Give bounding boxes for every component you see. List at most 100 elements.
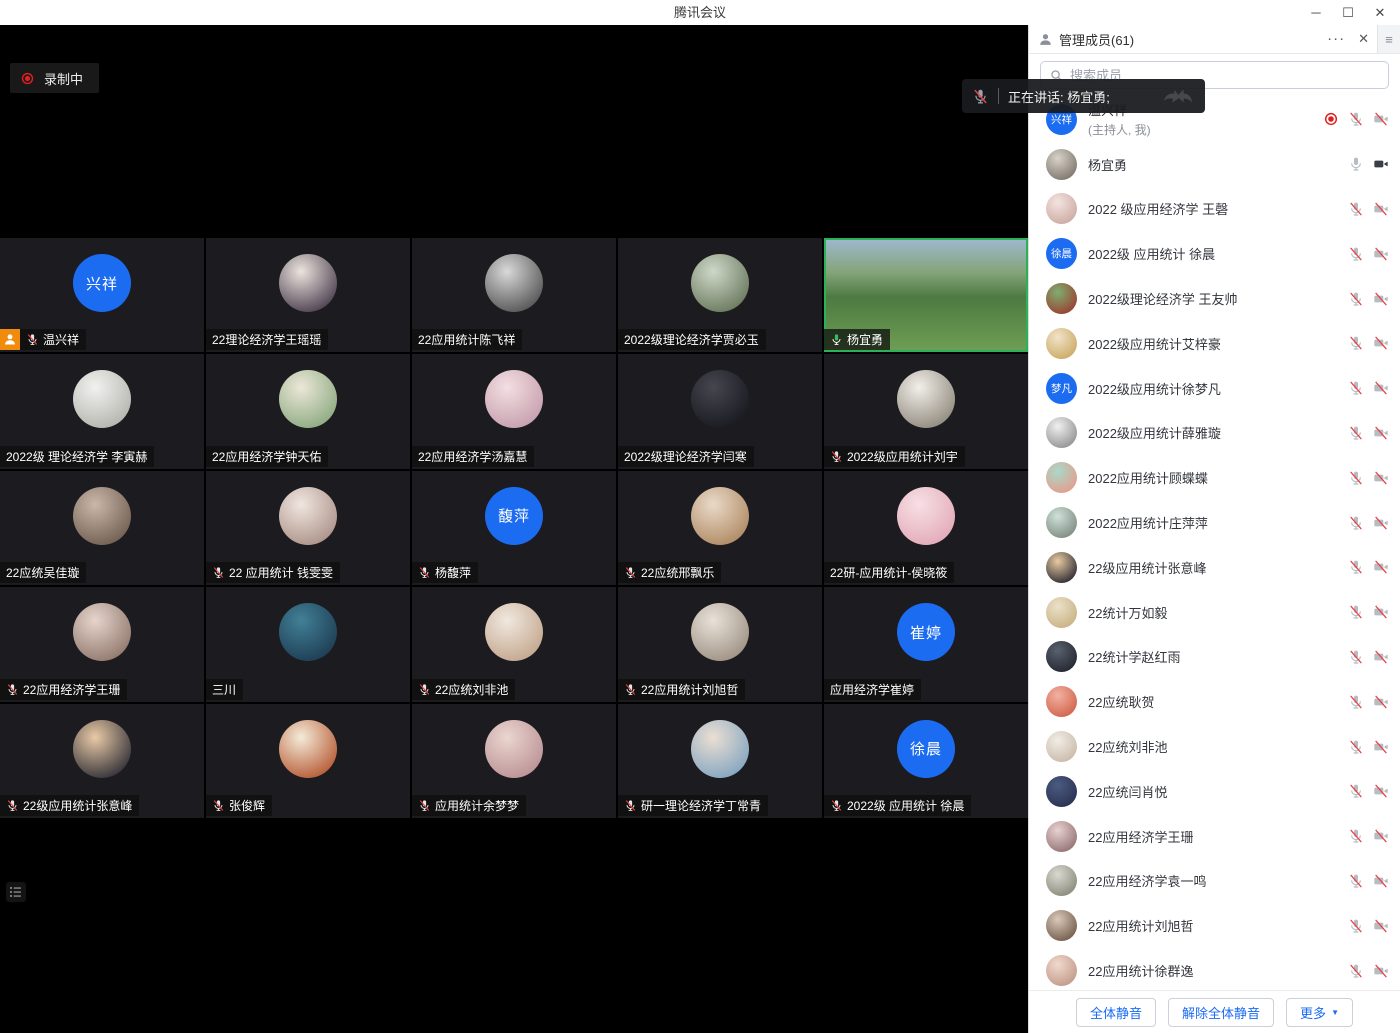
video-tile[interactable]: 22应用经济学王珊 — [0, 587, 204, 701]
video-tile[interactable]: 22应用经济学钟天佑 — [206, 354, 410, 468]
member-row[interactable]: 22应用经济学王珊 — [1029, 814, 1400, 859]
video-tile[interactable]: 22应统吴佳璇 — [0, 471, 204, 585]
participant-name-label: 杨馥萍 — [412, 562, 478, 583]
member-row[interactable]: 2022级应用统计艾梓豪 — [1029, 321, 1400, 366]
video-tile[interactable]: 张俊辉 — [206, 704, 410, 818]
member-list-toggle-icon[interactable] — [6, 882, 26, 902]
tile-label-row: 2022级应用统计刘宇 — [824, 446, 965, 467]
mic-muted-icon — [212, 799, 225, 812]
participant-avatar — [279, 487, 337, 545]
member-status-icons — [1348, 828, 1389, 844]
video-tile[interactable]: 22应用统计陈飞祥 — [412, 238, 616, 352]
video-tile[interactable]: 兴祥温兴祥 — [0, 238, 204, 352]
member-row[interactable]: 22统计学赵红雨 — [1029, 635, 1400, 680]
participant-avatar — [73, 603, 131, 661]
video-tile[interactable]: 崔婷应用经济学崔婷 — [824, 587, 1028, 701]
member-row[interactable]: 2022级理论经济学 王友帅 — [1029, 276, 1400, 321]
member-row[interactable]: 22应用统计徐群逸 — [1029, 948, 1400, 990]
panel-actions: ··· ✕ — [1327, 31, 1377, 47]
participant-name-label: 三川 — [206, 679, 243, 700]
close-icon[interactable]: ✕ — [1364, 0, 1396, 25]
toast-arrows-decoration — [1162, 86, 1195, 107]
camera-muted-icon — [1373, 649, 1389, 665]
member-row[interactable]: 2022 级应用经济学 王磬 — [1029, 187, 1400, 232]
more-button[interactable]: 更多 ▼ — [1286, 998, 1353, 1027]
member-row[interactable]: 2022应用统计顾蝶蝶 — [1029, 455, 1400, 500]
camera-muted-icon — [1373, 873, 1389, 889]
participant-avatar — [279, 720, 337, 778]
participant-avatar — [691, 254, 749, 312]
video-tile[interactable]: 22应统邢飘乐 — [618, 471, 822, 585]
panel-close-icon[interactable]: ✕ — [1358, 31, 1369, 47]
member-name: 22应用经济学王珊 — [1088, 827, 1193, 846]
camera-muted-icon — [1373, 470, 1389, 486]
member-row[interactable]: 22应统刘非池 — [1029, 724, 1400, 769]
participant-name-label: 应用统计余梦梦 — [412, 795, 526, 816]
video-tile[interactable]: 22理论经济学王瑶瑶 — [206, 238, 410, 352]
recording-label: 录制中 — [44, 69, 83, 88]
member-row[interactable]: 梦凡2022级应用统计徐梦凡 — [1029, 366, 1400, 411]
video-tile[interactable]: 22应用统计刘旭哲 — [618, 587, 822, 701]
maximize-icon[interactable]: ☐ — [1332, 0, 1364, 25]
mic-muted-icon — [26, 333, 39, 346]
member-status-icons — [1348, 470, 1389, 486]
member-row[interactable]: 22应用统计刘旭哲 — [1029, 903, 1400, 948]
video-tile[interactable]: 2022级应用统计刘宇 — [824, 354, 1028, 468]
recording-badge: 录制中 — [10, 63, 99, 93]
participant-name: 张俊辉 — [229, 797, 265, 814]
video-tile[interactable]: 2022级 理论经济学 李寅赫 — [0, 354, 204, 468]
more-options-icon[interactable]: ··· — [1327, 34, 1345, 44]
member-row[interactable]: 22应统耿贺 — [1029, 679, 1400, 724]
member-avatar — [1046, 328, 1077, 359]
video-tile[interactable]: 22 应用统计 钱雯雯 — [206, 471, 410, 585]
mic-muted-icon — [830, 799, 843, 812]
member-role: (主持人, 我) — [1088, 121, 1151, 138]
member-avatar — [1046, 462, 1077, 493]
member-row[interactable]: 22应统闫肖悦 — [1029, 769, 1400, 814]
toast-divider — [998, 88, 999, 104]
member-row[interactable]: 2022应用统计庄萍萍 — [1029, 500, 1400, 545]
video-tile[interactable]: 22应用经济学汤嘉慧 — [412, 354, 616, 468]
member-row[interactable]: 2022级应用统计薛雅璇 — [1029, 411, 1400, 456]
member-row[interactable]: 22应用经济学袁一鸣 — [1029, 859, 1400, 904]
mic-muted-icon — [1348, 515, 1364, 531]
member-row[interactable]: 徐晨2022级 应用统计 徐晨 — [1029, 231, 1400, 276]
member-row[interactable]: 22级应用统计张意峰 — [1029, 545, 1400, 590]
unmute-all-label: 解除全体静音 — [1182, 1003, 1260, 1022]
video-tile[interactable]: 22级应用统计张意峰 — [0, 704, 204, 818]
mic-active-icon — [830, 333, 843, 346]
video-tile[interactable]: 22研-应用统计-侯晓筱 — [824, 471, 1028, 585]
participant-avatar — [485, 254, 543, 312]
member-status-icons — [1348, 783, 1389, 799]
video-tile[interactable]: 2022级理论经济学贾必玉 — [618, 238, 822, 352]
tile-label-row: 22应用经济学汤嘉慧 — [412, 446, 534, 467]
member-row[interactable]: 22统计万如毅 — [1029, 590, 1400, 635]
member-status-icons — [1348, 918, 1389, 934]
member-avatar — [1046, 821, 1077, 852]
video-tile[interactable]: 杨宜勇 — [824, 238, 1028, 352]
member-list[interactable]: 兴祥温兴祥(主持人, 我)杨宜勇2022 级应用经济学 王磬徐晨2022级 应用… — [1029, 95, 1400, 990]
member-status-icons — [1348, 201, 1389, 217]
video-tile[interactable]: 2022级理论经济学闫寒 — [618, 354, 822, 468]
mic-muted-icon — [1348, 649, 1364, 665]
video-tile[interactable]: 22应统刘非池 — [412, 587, 616, 701]
video-stage: 录制中 兴祥温兴祥22理论经济学王瑶瑶22应用统计陈飞祥2022级理论经济学贾必… — [0, 25, 1028, 1033]
member-avatar — [1046, 910, 1077, 941]
panel-menu-icon[interactable]: ≡ — [1377, 25, 1400, 53]
participant-avatar: 馥萍 — [485, 487, 543, 545]
mute-all-button[interactable]: 全体静音 — [1076, 998, 1156, 1027]
participant-name-label: 22应用经济学钟天佑 — [206, 446, 328, 467]
member-row[interactable]: 杨宜勇 — [1029, 142, 1400, 187]
video-tile[interactable]: 馥萍杨馥萍 — [412, 471, 616, 585]
video-tile[interactable]: 应用统计余梦梦 — [412, 704, 616, 818]
unmute-all-button[interactable]: 解除全体静音 — [1168, 998, 1274, 1027]
mic-muted-icon — [418, 566, 431, 579]
video-tile[interactable]: 研一理论经济学丁常青 — [618, 704, 822, 818]
more-label: 更多 — [1300, 1003, 1326, 1022]
video-tile[interactable]: 徐晨2022级 应用统计 徐晨 — [824, 704, 1028, 818]
video-tile[interactable]: 三川 — [206, 587, 410, 701]
mic-muted-icon — [1348, 111, 1364, 127]
member-avatar — [1046, 955, 1077, 986]
participant-name: 三川 — [212, 681, 236, 698]
minimize-icon[interactable]: ─ — [1300, 0, 1332, 25]
